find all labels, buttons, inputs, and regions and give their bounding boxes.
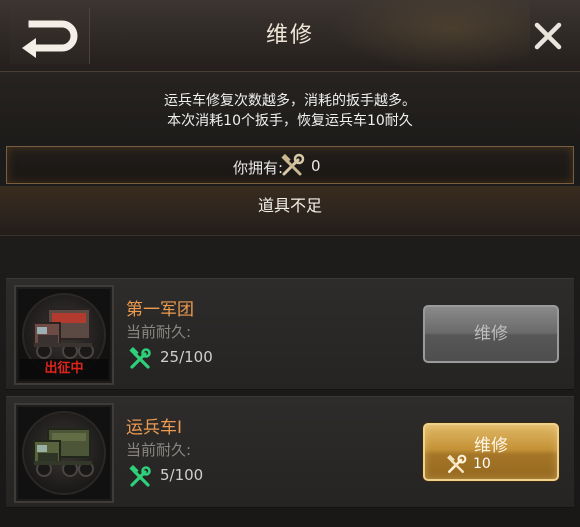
page-title: 维修 bbox=[265, 23, 314, 48]
close-button[interactable] bbox=[530, 18, 566, 54]
truck-portrait: 出征中 bbox=[14, 285, 114, 385]
header-bar: 维修 bbox=[0, 0, 580, 72]
insufficient-items-banner: 道具不足 bbox=[0, 186, 580, 236]
unit-card: 运兵车I 当前耐久: 5/100 维修 10 bbox=[6, 396, 574, 508]
truck-portrait bbox=[14, 403, 114, 503]
close-icon bbox=[534, 22, 562, 50]
inventory-label: 你拥有: bbox=[232, 159, 283, 177]
unit-name: 第一军团 bbox=[126, 300, 194, 320]
repair-button[interactable]: 维修 10 bbox=[423, 423, 559, 481]
repair-button-label: 维修 bbox=[474, 436, 508, 456]
durability-value: 25/100 bbox=[160, 348, 213, 366]
durability-label: 当前耐久: bbox=[126, 323, 192, 341]
info-line-1: 运兵车修复次数越多，消耗的扳手越多。 bbox=[164, 93, 416, 109]
repair-button-disabled[interactable]: 维修 bbox=[423, 305, 559, 363]
info-line-2: 本次消耗10个扳手，恢复运兵车10耐久 bbox=[167, 113, 413, 129]
wrench-hammer-icon bbox=[445, 454, 467, 480]
repair-cost: 10 bbox=[473, 456, 491, 472]
inventory-row: 你拥有: 0 bbox=[6, 146, 574, 184]
durability-wrench-icon bbox=[128, 346, 152, 375]
deployed-status-badge: 出征中 bbox=[20, 359, 108, 379]
red-truck-icon bbox=[33, 308, 94, 359]
durability-label: 当前耐久: bbox=[126, 441, 192, 459]
wrench-hammer-icon bbox=[279, 153, 305, 183]
unit-name: 运兵车I bbox=[126, 418, 183, 438]
unit-card: 出征中 第一军团 当前耐久: 25/100 维修 bbox=[6, 278, 574, 390]
green-truck-icon bbox=[33, 428, 94, 477]
inventory-count: 0 bbox=[311, 157, 321, 175]
repair-info: 运兵车修复次数越多，消耗的扳手越多。 本次消耗10个扳手，恢复运兵车10耐久 bbox=[0, 72, 580, 142]
durability-value: 5/100 bbox=[160, 466, 204, 484]
durability-wrench-icon bbox=[128, 464, 152, 493]
